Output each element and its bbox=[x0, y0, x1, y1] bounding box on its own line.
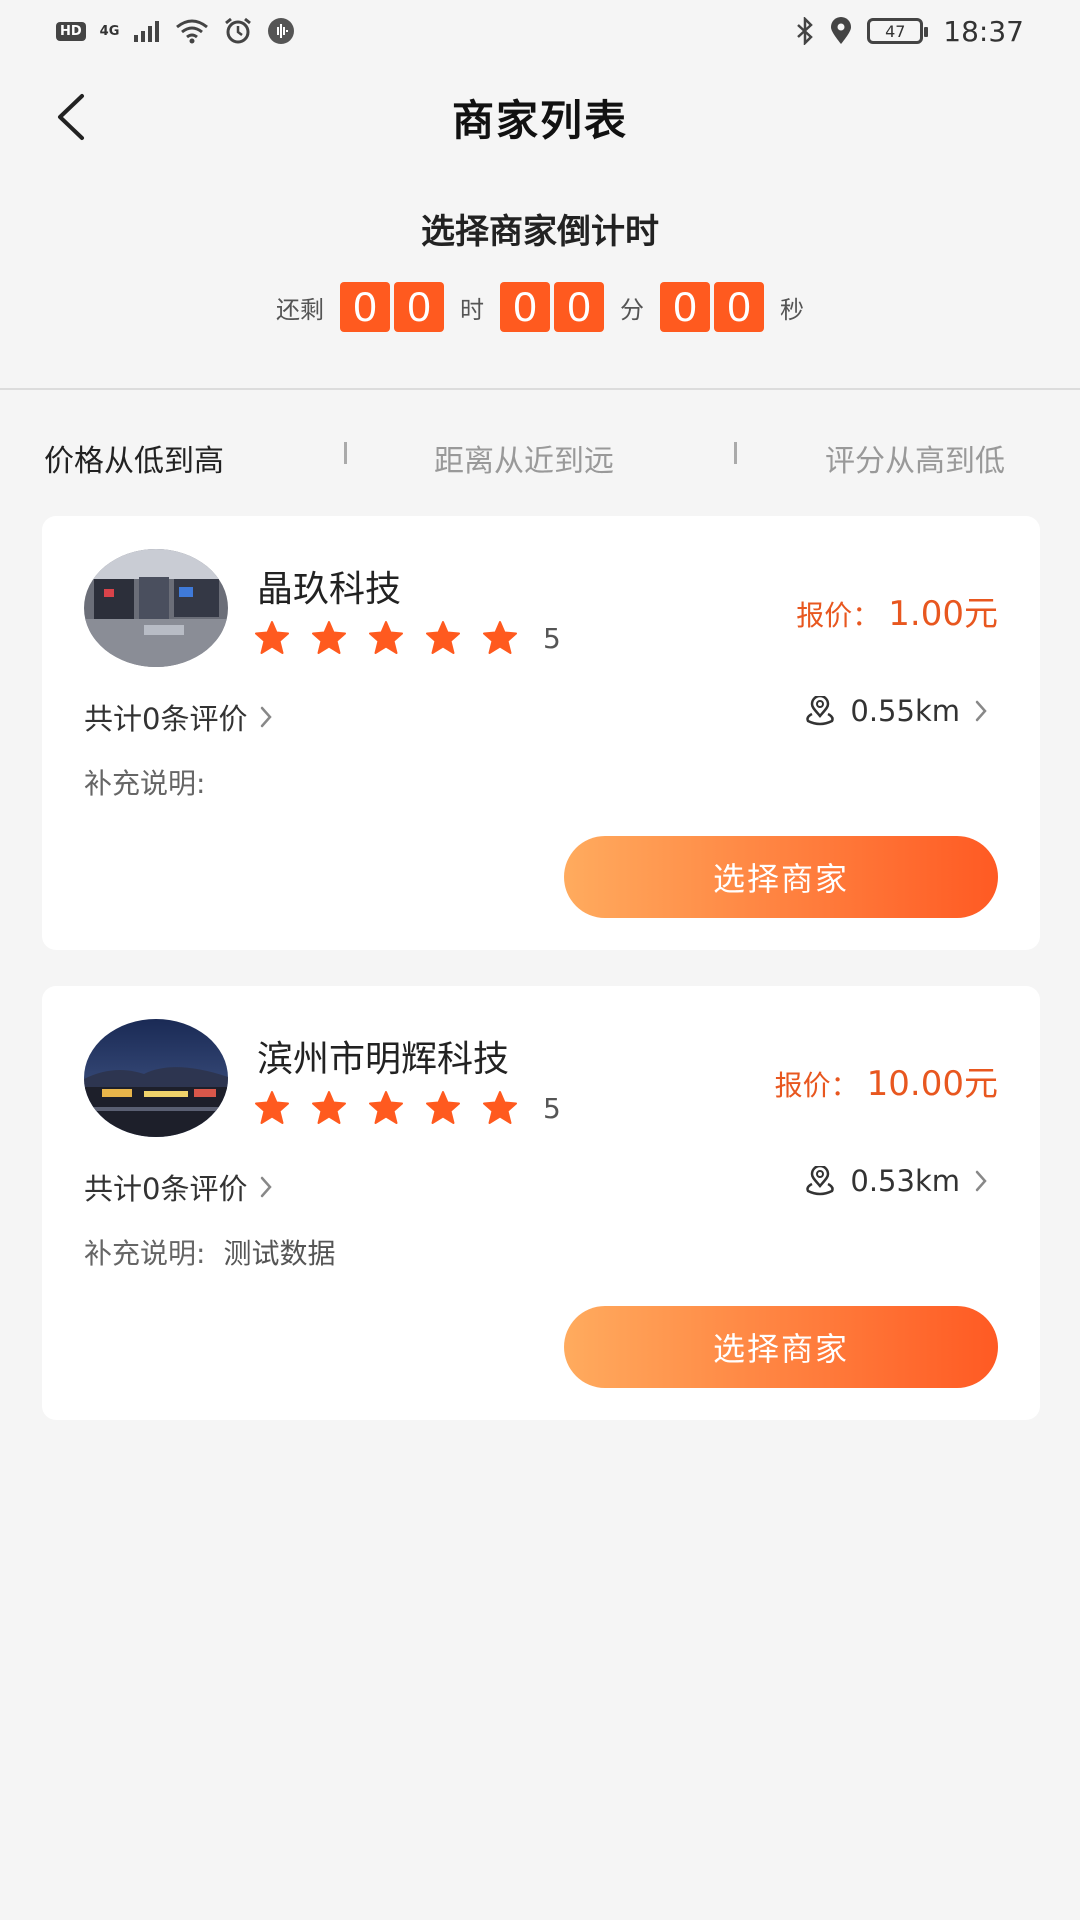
star-icon bbox=[369, 1091, 403, 1124]
reviews-count: 共计0条评价 bbox=[84, 1172, 248, 1206]
distance-link[interactable]: 0.55km bbox=[804, 694, 988, 728]
battery-icon: 47 bbox=[867, 18, 929, 44]
chevron-right-icon bbox=[261, 706, 273, 728]
location-status-icon bbox=[831, 17, 852, 44]
sort-tab-rating[interactable]: 评分从高到低 bbox=[825, 436, 1005, 480]
distance-link[interactable]: 0.53km bbox=[804, 1164, 988, 1198]
note-value: 测试数据 bbox=[223, 1237, 336, 1270]
chevron-right-icon bbox=[261, 1176, 273, 1198]
hour-label: 时 bbox=[460, 295, 484, 324]
star-icon bbox=[426, 1091, 460, 1124]
sort-bar: 价格从低到高 距离从近到远 评分从高到低 bbox=[0, 420, 1080, 490]
star-icon bbox=[483, 621, 517, 654]
star-icon bbox=[312, 621, 346, 654]
merchant-avatar bbox=[84, 1019, 228, 1137]
supplementary-note: 补充说明: bbox=[84, 762, 223, 802]
minute-digit: 0 bbox=[554, 282, 604, 332]
reviews-count: 共计0条评价 bbox=[84, 702, 248, 736]
clock: 18:37 bbox=[943, 14, 1024, 48]
merchant-card: 滨州市明辉科技 5 报价： 10.00元 共计0条评价 0.53km 补充说明:… bbox=[42, 986, 1040, 1420]
star-icon bbox=[483, 1091, 517, 1124]
countdown-title: 选择商家倒计时 bbox=[421, 212, 659, 252]
bluetooth-icon bbox=[797, 17, 814, 45]
price-quote: 报价： 10.00元 bbox=[775, 1056, 998, 1105]
wifi-icon bbox=[176, 19, 209, 44]
minute-digit: 0 bbox=[500, 282, 550, 332]
app-header: 商家列表 bbox=[0, 62, 1080, 172]
page-title: 商家列表 bbox=[451, 95, 628, 145]
price-quote: 报价： 1.00元 bbox=[796, 586, 998, 635]
rating-value: 5 bbox=[543, 1091, 561, 1125]
sort-divider bbox=[734, 442, 737, 464]
countdown-panel: 选择商家倒计时 还剩 0 0 时 0 0 分 0 0 秒 bbox=[0, 172, 1080, 390]
network-type: 4G bbox=[99, 23, 120, 39]
status-left: HD 4G bbox=[56, 17, 295, 45]
note-label: 补充说明: bbox=[84, 767, 206, 800]
merchant-card: 晶玖科技 5 报价： 1.00元 共计0条评价 0.55km 补充说明: 选择商… bbox=[42, 516, 1040, 950]
hd-badge: HD bbox=[56, 21, 86, 41]
reviews-link[interactable]: 共计0条评价 bbox=[84, 1166, 273, 1208]
sort-tab-distance[interactable]: 距离从近到远 bbox=[434, 436, 614, 480]
battery-level: 47 bbox=[885, 21, 906, 41]
select-merchant-button[interactable]: 选择商家 bbox=[564, 836, 998, 918]
select-merchant-button[interactable]: 选择商家 bbox=[564, 1306, 998, 1388]
reviews-link[interactable]: 共计0条评价 bbox=[84, 696, 273, 738]
star-rating: 5 bbox=[254, 1090, 561, 1126]
back-button[interactable] bbox=[40, 87, 100, 147]
chevron-left-icon bbox=[58, 94, 84, 140]
supplementary-note: 补充说明: 测试数据 bbox=[84, 1232, 335, 1272]
alarm-icon bbox=[225, 17, 252, 44]
star-rating: 5 bbox=[254, 620, 561, 656]
minute-label: 分 bbox=[620, 295, 644, 324]
merchant-name: 晶玖科技 bbox=[257, 569, 402, 610]
star-icon bbox=[312, 1091, 346, 1124]
merchant-avatar bbox=[84, 549, 228, 667]
chevron-right-icon bbox=[975, 700, 987, 722]
chevron-right-icon bbox=[975, 1170, 987, 1192]
price-label: 报价： bbox=[774, 1069, 859, 1102]
rating-value: 5 bbox=[543, 621, 561, 655]
price-value: 10.00元 bbox=[866, 1064, 998, 1104]
star-icon bbox=[255, 621, 289, 654]
sort-divider bbox=[344, 442, 347, 464]
price-label: 报价： bbox=[796, 599, 881, 632]
hour-digit: 0 bbox=[394, 282, 444, 332]
status-right: 47 18:37 bbox=[795, 15, 1024, 48]
star-icon bbox=[255, 1091, 289, 1124]
second-digit: 0 bbox=[714, 282, 764, 332]
star-icon bbox=[369, 621, 403, 654]
sort-tab-price[interactable]: 价格从低到高 bbox=[44, 436, 224, 480]
second-digit: 0 bbox=[660, 282, 710, 332]
voice-icon bbox=[268, 18, 295, 44]
location-pin-icon bbox=[806, 1166, 835, 1196]
countdown-timer: 还剩 0 0 时 0 0 分 0 0 秒 bbox=[0, 282, 1080, 332]
countdown-prefix: 还剩 bbox=[276, 295, 324, 324]
note-label: 补充说明: bbox=[84, 1237, 206, 1270]
signal-icon bbox=[134, 21, 160, 42]
price-value: 1.00元 bbox=[888, 594, 998, 634]
star-icon bbox=[426, 621, 460, 654]
distance-value: 0.55km bbox=[850, 694, 960, 728]
status-bar: HD 4G 47 18:37 bbox=[0, 0, 1080, 62]
merchant-name: 滨州市明辉科技 bbox=[257, 1039, 510, 1080]
distance-value: 0.53km bbox=[850, 1164, 960, 1198]
second-label: 秒 bbox=[780, 295, 804, 324]
location-pin-icon bbox=[806, 696, 835, 726]
hour-digit: 0 bbox=[340, 282, 390, 332]
